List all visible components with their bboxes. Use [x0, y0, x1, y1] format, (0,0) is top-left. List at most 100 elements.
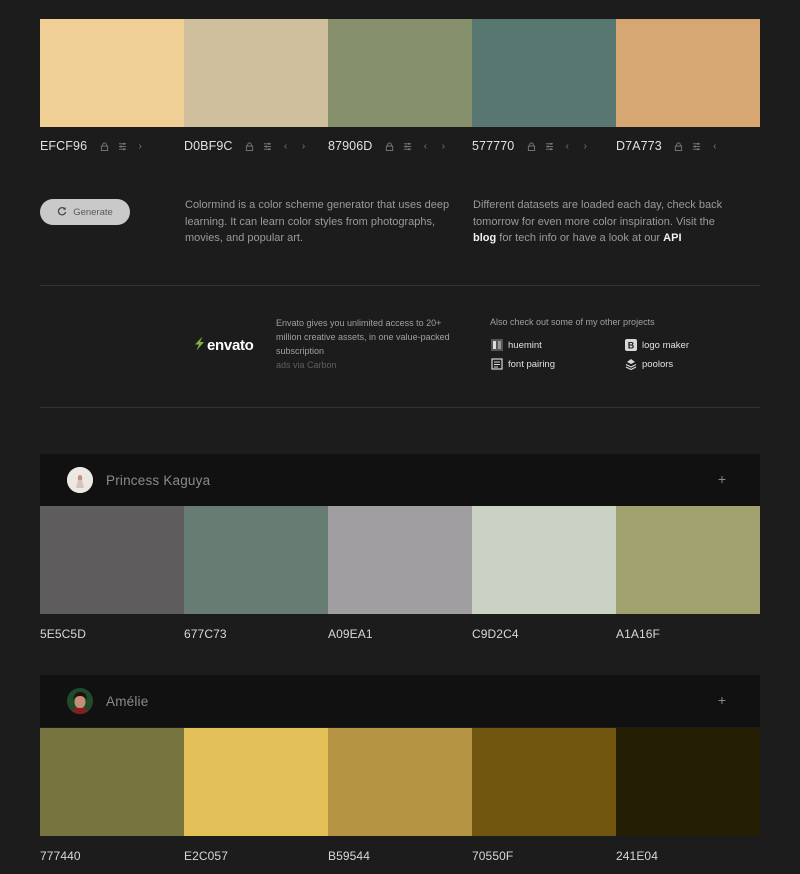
color-code-3: 87906D ‹ › [328, 138, 472, 154]
logo-maker-icon: B [625, 339, 637, 351]
project-poolors[interactable]: poolors [625, 358, 673, 370]
generate-button[interactable]: Generate [40, 199, 130, 225]
divider [40, 407, 760, 408]
poolors-icon [625, 358, 637, 370]
chevron-left-icon[interactable]: ‹ [279, 139, 293, 153]
chevron-right-icon[interactable]: › [578, 139, 592, 153]
color-code: 777440 [40, 849, 184, 863]
palette-card-title: Amélie [106, 693, 149, 709]
project-label: logo maker [642, 339, 689, 351]
color-swatch[interactable] [472, 506, 616, 614]
lock-icon[interactable] [524, 139, 538, 153]
hex-value[interactable]: 577770 [472, 139, 514, 153]
hex-value[interactable]: 241E04 [616, 849, 658, 863]
generate-label: Generate [73, 206, 113, 218]
hex-value[interactable]: C9D2C4 [472, 627, 519, 641]
color-swatch-1[interactable] [40, 19, 184, 127]
api-link[interactable]: API [663, 232, 681, 244]
color-swatch[interactable] [40, 728, 184, 836]
chevron-left-icon[interactable]: ‹ [418, 139, 432, 153]
color-code: B59544 [328, 849, 472, 863]
hex-value[interactable]: E2C057 [184, 849, 228, 863]
color-swatch-3[interactable] [328, 19, 472, 127]
main-palette [40, 19, 760, 127]
main-palette-codes: EFCF96 › D0BF9C ‹ › 87906D ‹ › 577770 ‹ … [40, 138, 760, 154]
hex-value[interactable]: D7A773 [616, 139, 662, 153]
sliders-icon[interactable] [542, 139, 556, 153]
color-code-2: D0BF9C ‹ › [184, 138, 328, 154]
color-swatch[interactable] [328, 728, 472, 836]
project-font-pairing[interactable]: font pairing [491, 358, 555, 370]
color-code: 241E04 [616, 849, 760, 863]
hex-value[interactable]: 5E5C5D [40, 627, 86, 641]
about-description: Colormind is a color scheme generator th… [185, 199, 450, 244]
sliders-icon[interactable] [400, 139, 414, 153]
huemint-icon [491, 339, 503, 351]
card-palette [40, 728, 760, 836]
add-palette-button[interactable]: + [718, 693, 726, 707]
hex-value[interactable]: A1A16F [616, 627, 660, 641]
color-code: 677C73 [184, 627, 328, 641]
hex-value[interactable]: EFCF96 [40, 139, 87, 153]
color-swatch[interactable] [328, 506, 472, 614]
chevron-left-icon[interactable]: ‹ [708, 139, 722, 153]
color-code-4: 577770 ‹ › [472, 138, 616, 154]
hex-value[interactable]: 70550F [472, 849, 513, 863]
envato-leaf-icon [193, 336, 205, 355]
color-swatch[interactable] [40, 506, 184, 614]
sliders-icon[interactable] [690, 139, 704, 153]
color-swatch[interactable] [616, 728, 760, 836]
project-label: huemint [508, 339, 542, 351]
avatar [67, 688, 93, 714]
color-code: E2C057 [184, 849, 328, 863]
lock-icon[interactable] [382, 139, 396, 153]
chevron-right-icon[interactable]: › [436, 139, 450, 153]
lock-icon[interactable] [97, 139, 111, 153]
card-palette [40, 506, 760, 614]
blog-link[interactable]: blog [473, 232, 496, 244]
lock-icon[interactable] [243, 139, 257, 153]
sliders-icon[interactable] [261, 139, 275, 153]
envato-logo[interactable]: envato [193, 336, 254, 355]
color-code: A09EA1 [328, 627, 472, 641]
chevron-right-icon[interactable]: › [133, 139, 147, 153]
card-palette-codes: 777440 E2C057 B59544 70550F 241E04 [40, 849, 760, 863]
chevron-left-icon[interactable]: ‹ [560, 139, 574, 153]
lock-icon[interactable] [672, 139, 686, 153]
ad-text[interactable]: Envato gives you unlimited access to 20+… [276, 316, 466, 372]
ad-via-carbon[interactable]: ads via Carbon [276, 358, 466, 372]
datasets-text: Different datasets are loaded each day, … [473, 199, 723, 228]
project-huemint[interactable]: huemint [491, 339, 542, 351]
color-swatch-5[interactable] [616, 19, 760, 127]
hex-value[interactable]: 777440 [40, 849, 81, 863]
color-swatch[interactable] [184, 506, 328, 614]
color-swatch-2[interactable] [184, 19, 328, 127]
sliders-icon[interactable] [115, 139, 129, 153]
hex-value[interactable]: A09EA1 [328, 627, 373, 641]
datasets-description: Different datasets are loaded each day, … [473, 197, 728, 247]
refresh-icon [57, 206, 67, 219]
color-code-5: D7A773 ‹ [616, 138, 760, 154]
chevron-right-icon[interactable]: › [297, 139, 311, 153]
hex-value[interactable]: D0BF9C [184, 139, 233, 153]
hex-value[interactable]: 677C73 [184, 627, 227, 641]
project-logo-maker[interactable]: B logo maker [625, 339, 689, 351]
hex-value[interactable]: B59544 [328, 849, 370, 863]
add-palette-button[interactable]: + [718, 472, 726, 486]
project-label: font pairing [508, 358, 556, 370]
divider [40, 285, 760, 286]
avatar [67, 467, 93, 493]
projects-title: Also check out some of my other projects [490, 317, 655, 327]
hex-value[interactable]: 87906D [328, 139, 372, 153]
datasets-text-2: for tech info or have a look at our [499, 232, 661, 244]
color-code: 5E5C5D [40, 627, 184, 641]
project-label: poolors [642, 358, 674, 370]
font-pairing-icon [491, 358, 503, 370]
palette-card-title: Princess Kaguya [106, 472, 211, 488]
color-swatch[interactable] [472, 728, 616, 836]
color-code: 70550F [472, 849, 616, 863]
color-swatch-4[interactable] [472, 19, 616, 127]
palette-card-header: Princess Kaguya + [40, 454, 760, 506]
color-swatch[interactable] [616, 506, 760, 614]
color-swatch[interactable] [184, 728, 328, 836]
